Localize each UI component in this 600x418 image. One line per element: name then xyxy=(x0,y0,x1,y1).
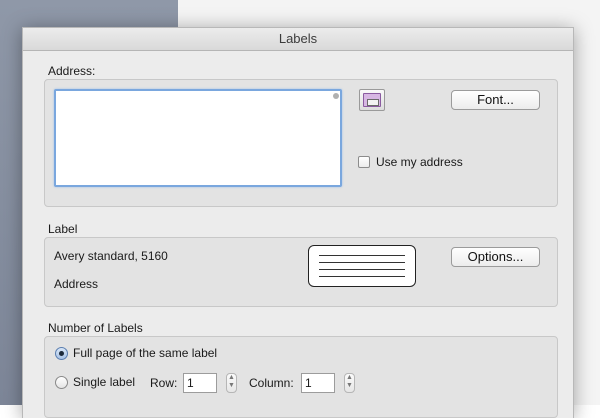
full-page-radio[interactable] xyxy=(55,347,68,360)
number-of-labels-section-label: Number of Labels xyxy=(48,321,143,335)
column-field[interactable]: 1 xyxy=(301,373,335,393)
row-stepper[interactable]: ▲ ▼ xyxy=(226,373,237,393)
column-label: Column: xyxy=(249,376,294,390)
use-my-address-label: Use my address xyxy=(376,155,463,169)
single-label-label: Single label xyxy=(73,375,136,389)
row-field[interactable]: 1 xyxy=(183,373,217,393)
address-section-label: Address: xyxy=(48,64,96,78)
use-my-address-checkbox[interactable] xyxy=(358,156,370,168)
label-type: Address xyxy=(54,277,99,291)
single-label-radio[interactable] xyxy=(55,376,68,389)
address-textarea[interactable] xyxy=(54,89,342,187)
scroll-indicator xyxy=(333,93,339,99)
full-page-label: Full page of the same label xyxy=(73,346,218,360)
label-preview-line xyxy=(319,255,405,256)
address-book-icon[interactable] xyxy=(359,89,385,111)
label-product: Avery standard, 5160 xyxy=(54,249,168,263)
dialog-title: Labels xyxy=(23,28,573,51)
column-stepper[interactable]: ▲ ▼ xyxy=(344,373,355,393)
label-section-label: Label xyxy=(48,222,78,236)
label-preview xyxy=(308,245,416,287)
label-preview-line xyxy=(319,262,405,263)
row-label: Row: xyxy=(150,376,178,390)
options-button[interactable]: Options... xyxy=(451,247,540,267)
font-button[interactable]: Font... xyxy=(451,90,540,110)
label-preview-line xyxy=(319,276,405,277)
label-preview-line xyxy=(319,269,405,270)
